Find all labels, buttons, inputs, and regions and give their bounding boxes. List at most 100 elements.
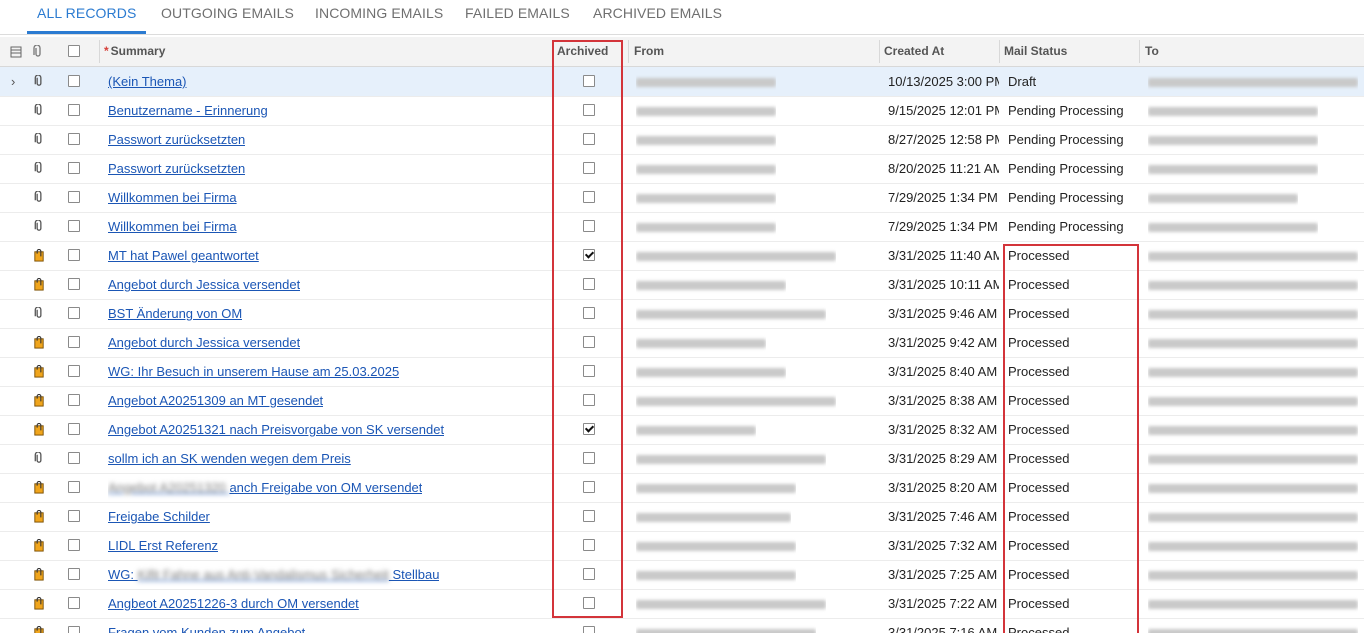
summary-link[interactable]: (Kein Thema) (108, 67, 187, 96)
row-select-checkbox[interactable] (68, 510, 80, 522)
archived-checkbox[interactable] (583, 191, 595, 203)
table-row[interactable]: Passwort zurücksetzten 8/27/2025 12:58 PM… (0, 125, 1364, 155)
row-select-checkbox[interactable] (68, 452, 80, 464)
tab-incoming-emails[interactable]: INCOMING EMAILS (315, 0, 443, 32)
to-column-header[interactable]: To (1145, 37, 1159, 66)
table-row[interactable]: Angebot durch Jessica versendet 3/31/2025… (0, 270, 1364, 300)
summary-link[interactable]: Angebot durch Jessica versendet (108, 270, 300, 299)
row-select-checkbox[interactable] (68, 336, 80, 348)
table-row[interactable]: Angebot A20251321 nach Preisvorgabe von … (0, 415, 1364, 445)
archived-checkbox[interactable] (583, 75, 595, 87)
row-select-checkbox[interactable] (68, 278, 80, 290)
mail-status-value: Processed (1008, 277, 1070, 292)
row-select-checkbox[interactable] (68, 423, 80, 435)
table-row[interactable]: Passwort zurücksetzten 8/20/2025 11:21 AM… (0, 154, 1364, 184)
archived-column-header[interactable]: Archived (557, 37, 608, 66)
archived-checkbox[interactable] (583, 278, 595, 290)
row-select-checkbox[interactable] (68, 481, 80, 493)
attachment-file-icon (34, 568, 44, 581)
archived-checkbox[interactable] (583, 423, 595, 435)
summary-link[interactable]: Angbeot A20251226-3 durch OM versendet (108, 589, 359, 618)
table-row[interactable]: Angebot durch Jessica versendet 3/31/2025… (0, 328, 1364, 358)
summary-link[interactable]: Willkommen bei Firma (108, 212, 237, 241)
archived-checkbox[interactable] (583, 133, 595, 145)
select-all-checkbox[interactable] (68, 45, 80, 57)
summary-link[interactable]: Angebot A20251320 anch Freigabe von OM v… (108, 473, 422, 502)
table-row[interactable]: Angebot A20251320 anch Freigabe von OM v… (0, 473, 1364, 503)
table-row[interactable]: sollm ich an SK wenden wegen dem Preis 3/… (0, 444, 1364, 474)
summary-link[interactable]: Angebot durch Jessica versendet (108, 328, 300, 357)
table-row[interactable]: Willkommen bei Firma 7/29/2025 1:34 PM Pen… (0, 183, 1364, 213)
table-row[interactable]: Freigabe Schilder 3/31/2025 7:46 AM Proces… (0, 502, 1364, 532)
summary-link[interactable]: sollm ich an SK wenden wegen dem Preis (108, 444, 351, 473)
row-expander-icon[interactable]: › (11, 75, 15, 88)
row-select-checkbox[interactable] (68, 75, 80, 87)
row-select-checkbox[interactable] (68, 597, 80, 609)
table-row[interactable]: › (Kein Thema) 10/13/2025 3:00 PM Draft (0, 67, 1364, 97)
row-select-checkbox[interactable] (68, 162, 80, 174)
summary-link[interactable]: WG: Ihr Besuch in unserem Hause am 25.03… (108, 357, 399, 386)
summary-link[interactable]: Angebot A20251309 an MT gesendet (108, 386, 323, 415)
summary-link[interactable]: Passwort zurücksetzten (108, 125, 245, 154)
table-row[interactable]: LIDL Erst Referenz 3/31/2025 7:32 AM Proce… (0, 531, 1364, 561)
archived-checkbox[interactable] (583, 336, 595, 348)
summary-link[interactable]: Willkommen bei Firma (108, 183, 237, 212)
from-value-redacted (636, 328, 766, 357)
row-select-checkbox[interactable] (68, 307, 80, 319)
created-at-value: 3/31/2025 9:42 AM (888, 335, 998, 350)
table-row[interactable]: Willkommen bei Firma 7/29/2025 1:34 PM Pen… (0, 212, 1364, 242)
row-select-checkbox[interactable] (68, 133, 80, 145)
row-select-checkbox[interactable] (68, 394, 80, 406)
row-select-checkbox[interactable] (68, 365, 80, 377)
row-select-checkbox[interactable] (68, 539, 80, 551)
from-column-header[interactable]: From (634, 37, 664, 66)
summary-link[interactable]: Benutzername - Erinnerung (108, 96, 268, 125)
summary-link[interactable]: BST Änderung von OM (108, 299, 242, 328)
summary-link[interactable]: Fragen vom Kunden zum Angebot (108, 618, 305, 633)
archived-checkbox[interactable] (583, 568, 595, 580)
table-row[interactable]: Angebot A20251309 an MT gesendet 3/31/202… (0, 386, 1364, 416)
created-at-column-header[interactable]: Created At (884, 37, 944, 66)
summary-link[interactable]: Angebot A20251321 nach Preisvorgabe von … (108, 415, 444, 444)
archived-checkbox[interactable] (583, 510, 595, 522)
archived-checkbox[interactable] (583, 481, 595, 493)
tab-archived-emails[interactable]: ARCHIVED EMAILS (593, 0, 722, 32)
archived-checkbox[interactable] (583, 307, 595, 319)
table-row[interactable]: WG: Kifit Fahne aus Anti-Vandalismus Sic… (0, 560, 1364, 590)
summary-link[interactable]: WG: Kifit Fahne aus Anti-Vandalismus Sic… (108, 560, 439, 589)
table-row[interactable]: Fragen vom Kunden zum Angebot 3/31/2025 7… (0, 618, 1364, 633)
row-selector-header-icon[interactable] (10, 37, 22, 66)
row-select-checkbox[interactable] (68, 249, 80, 261)
archived-checkbox[interactable] (583, 220, 595, 232)
table-row[interactable]: MT hat Pawel geantwortet 3/31/2025 11:40 … (0, 241, 1364, 271)
row-select-checkbox[interactable] (68, 220, 80, 232)
mail-status-column-header[interactable]: Mail Status (1004, 37, 1067, 66)
archived-checkbox[interactable] (583, 162, 595, 174)
archived-checkbox[interactable] (583, 394, 595, 406)
row-select-checkbox[interactable] (68, 568, 80, 580)
table-row[interactable]: Benutzername - Erinnerung 9/15/2025 12:01… (0, 96, 1364, 126)
tab-outgoing-emails[interactable]: OUTGOING EMAILS (161, 0, 294, 32)
tab-failed-emails[interactable]: FAILED EMAILS (465, 0, 570, 32)
table-row[interactable]: BST Änderung von OM 3/31/2025 9:46 AM Proc… (0, 299, 1364, 329)
summary-column-header[interactable]: * Summary (104, 37, 165, 66)
from-value-redacted (636, 125, 776, 154)
row-select-checkbox[interactable] (68, 104, 80, 116)
summary-link[interactable]: Passwort zurücksetzten (108, 154, 245, 183)
summary-link[interactable]: Freigabe Schilder (108, 502, 210, 531)
archived-checkbox[interactable] (583, 597, 595, 609)
table-row[interactable]: Angbeot A20251226-3 durch OM versendet 3/… (0, 589, 1364, 619)
row-select-checkbox[interactable] (68, 191, 80, 203)
archived-checkbox[interactable] (583, 539, 595, 551)
row-select-checkbox[interactable] (68, 626, 80, 633)
archived-checkbox[interactable] (583, 249, 595, 261)
tab-all-records[interactable]: ALL RECORDS (26, 0, 147, 34)
archived-checkbox[interactable] (583, 626, 595, 633)
table-row[interactable]: WG: Ihr Besuch in unserem Hause am 25.03… (0, 357, 1364, 387)
archived-checkbox[interactable] (583, 452, 595, 464)
to-value-redacted (1148, 328, 1358, 357)
archived-checkbox[interactable] (583, 365, 595, 377)
summary-link[interactable]: LIDL Erst Referenz (108, 531, 218, 560)
archived-checkbox[interactable] (583, 104, 595, 116)
summary-link[interactable]: MT hat Pawel geantwortet (108, 241, 259, 270)
